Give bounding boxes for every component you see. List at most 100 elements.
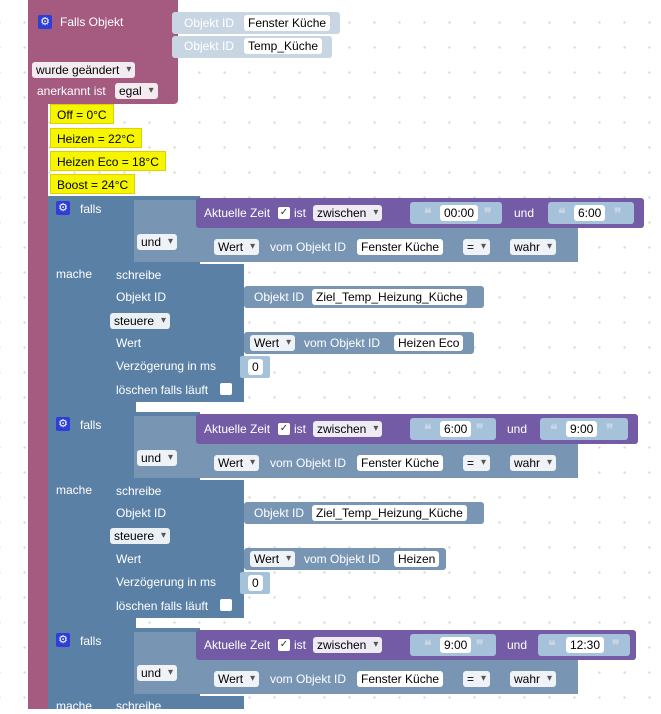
change-mode-dropdown[interactable]: wurde geändert [32,62,136,78]
gear-icon[interactable]: ⚙ [56,417,70,431]
quote-close-icon: ❞ [476,637,484,653]
steuere-dropdown[interactable]: steuere [110,313,171,329]
objekt-id-label: Objekt ID [116,506,167,520]
time-from-field[interactable]: 00:00 [440,205,479,221]
value-type-dropdown[interactable]: Wert [214,239,260,255]
equals-dropdown[interactable]: = [463,239,491,255]
compare-op-dropdown[interactable]: zwischen [313,205,383,221]
quote-open-icon: ❝ [424,421,432,437]
quote-close-icon: ❞ [476,421,484,437]
time-label: Aktuelle Zeit [204,638,271,652]
clear-label: löschen falls läuft [116,383,209,397]
vom-objekt-label: vom Objekt ID [270,240,347,254]
comment-heizen[interactable]: Heizen = 22°C [50,128,142,148]
target-object-label: Objekt ID [254,290,305,304]
schreibe-label: schreibe [116,699,162,713]
trigger-label: Falls Objekt [60,15,124,29]
bool-dropdown[interactable]: wahr [510,455,557,471]
time-to-field[interactable]: 6:00 [574,205,606,221]
time-to-field[interactable]: 12:30 [566,637,605,653]
delay-label: Verzögerung in ms [116,575,217,589]
value-source-dropdown[interactable]: Wert [250,335,296,351]
time-label: Aktuelle Zeit [204,422,271,436]
value-type-dropdown[interactable]: Wert [214,455,260,471]
equals-dropdown[interactable]: = [463,455,491,471]
objekt-id-label: Objekt ID [116,290,167,304]
quote-close-icon: ❞ [612,637,620,653]
value-source-field[interactable]: Heizen [394,551,440,567]
vom-objekt-label: vom Objekt ID [304,336,381,350]
gear-icon[interactable]: ⚙ [56,201,70,215]
clear-checkbox[interactable] [220,383,232,395]
trigger-object-label-1: Objekt ID [184,16,235,30]
trigger-object-field-1[interactable]: Fenster Küche [244,15,331,31]
comment-heizen-eco[interactable]: Heizen Eco = 18°C [50,151,166,171]
logic-op-dropdown[interactable]: und [137,665,178,681]
ist-label: ist [294,206,306,220]
time-from-field[interactable]: 6:00 [440,421,472,437]
delay-field[interactable]: 0 [248,359,263,375]
falls-label: falls [80,418,102,432]
compare-op-dropdown[interactable]: zwischen [313,421,383,437]
trigger-header-extension [28,0,176,60]
time-checkbox[interactable]: ✓ [278,423,290,435]
time-checkbox[interactable]: ✓ [278,207,290,219]
time-from-field[interactable]: 9:00 [440,637,472,653]
ist-label: ist [294,638,306,652]
quote-close-icon: ❞ [614,205,622,221]
time-checkbox[interactable]: ✓ [278,639,290,651]
vom-objekt-label: vom Objekt ID [270,672,347,686]
comment-boost[interactable]: Boost = 24°C [50,174,136,194]
und-label: und [507,422,528,436]
time-label: Aktuelle Zeit [204,206,271,220]
target-object-field[interactable]: Ziel_Temp_Heizung_Küche [312,289,467,305]
schreibe-label: schreibe [116,268,162,282]
value-source-field[interactable]: Heizen Eco [394,335,464,351]
ack-dropdown[interactable]: egal [115,83,158,99]
logic-op-dropdown[interactable]: und [137,450,178,466]
trigger-spine [28,100,48,709]
ist-label: ist [294,422,306,436]
mache-label: mache [56,483,93,497]
equals-dropdown[interactable]: = [463,671,491,687]
quote-open-icon: ❝ [558,205,566,221]
value-source-dropdown[interactable]: Wert [250,551,296,567]
quote-open-icon: ❝ [550,421,558,437]
comment-off[interactable]: Off = 0°C [50,104,114,124]
clear-checkbox[interactable] [220,599,232,611]
quote-open-icon: ❝ [548,637,556,653]
schreibe-label: schreibe [116,484,162,498]
steuere-dropdown[interactable]: steuere [110,528,171,544]
ack-label: anerkannt ist [37,84,106,98]
falls-label: falls [80,202,102,216]
bool-dropdown[interactable]: wahr [510,239,557,255]
quote-close-icon: ❞ [606,421,614,437]
quote-open-icon: ❝ [424,205,432,221]
vom-objekt-label: vom Objekt ID [270,456,347,470]
gear-icon[interactable]: ⚙ [38,15,52,29]
mache-label: mache [56,699,93,713]
vom-objekt-label: vom Objekt ID [304,552,381,566]
condition-object-field[interactable]: Fenster Küche [357,671,444,687]
delay-field[interactable]: 0 [248,575,263,591]
condition-object-field[interactable]: Fenster Küche [357,239,444,255]
gear-icon[interactable]: ⚙ [56,633,70,647]
bool-dropdown[interactable]: wahr [510,671,557,687]
falls-label: falls [80,634,102,648]
logic-op-dropdown[interactable]: und [137,234,178,250]
target-object-field[interactable]: Ziel_Temp_Heizung_Küche [312,505,467,521]
mache-label: mache [56,267,93,281]
time-to-field[interactable]: 9:00 [566,421,598,437]
target-object-label: Objekt ID [254,506,305,520]
und-label: und [514,206,535,220]
wert-label: Wert [116,552,142,566]
trigger-object-label-2: Objekt ID [184,39,235,53]
quote-open-icon: ❝ [424,637,432,653]
wert-label: Wert [116,336,142,350]
condition-object-field[interactable]: Fenster Küche [357,455,444,471]
trigger-object-field-2[interactable]: Temp_Küche [244,38,323,54]
clear-label: löschen falls läuft [116,599,209,613]
und-label: und [507,638,528,652]
compare-op-dropdown[interactable]: zwischen [313,637,383,653]
value-type-dropdown[interactable]: Wert [214,671,260,687]
